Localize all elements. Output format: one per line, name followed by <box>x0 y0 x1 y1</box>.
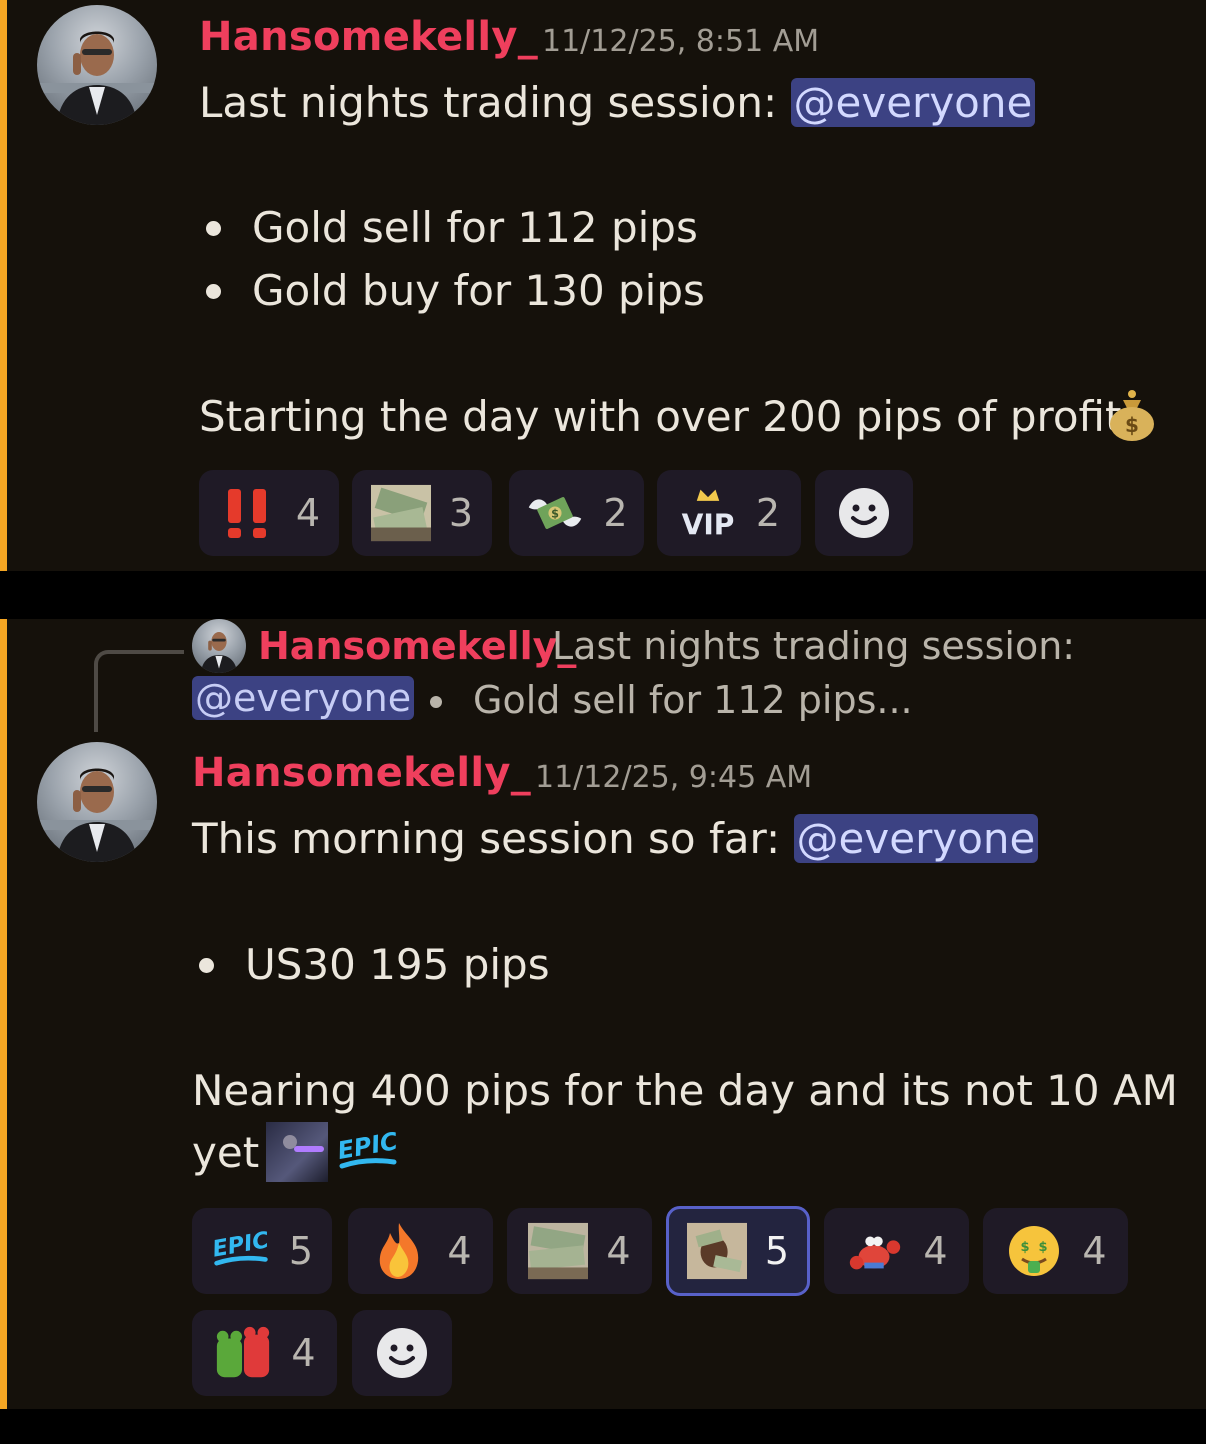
message-text: This morning session so far: @everyone <box>192 814 1039 863</box>
svg-text:$: $ <box>1125 413 1139 437</box>
bullet-item: US30 195 pips <box>245 940 550 989</box>
reaction-count: 5 <box>764 1229 790 1273</box>
person-money-photo-icon <box>686 1222 747 1280</box>
svg-text:VIP: VIP <box>681 509 734 542</box>
epic-text-icon: EPIC <box>211 1222 271 1280</box>
message-lead: This morning session so far: <box>192 814 781 863</box>
bullet-dot <box>199 958 214 973</box>
vip-crown-icon: VIP <box>678 484 738 542</box>
reaction-count: 5 <box>288 1229 314 1273</box>
message-lead: Last nights trading session: <box>199 78 778 127</box>
fire-icon <box>369 1222 429 1280</box>
smiley-icon <box>839 488 889 538</box>
reaction-double-exclamation[interactable]: 4 <box>199 470 339 556</box>
user-avatar[interactable] <box>37 742 157 862</box>
reaction-money-wings[interactable]: $ 2 <box>509 470 644 556</box>
everyone-mention[interactable]: @everyone <box>793 814 1039 863</box>
timestamp[interactable]: 11/12/25, 8:51 AM <box>542 24 819 59</box>
bullet-item: Gold buy for 130 pips <box>252 266 705 315</box>
svg-text:$: $ <box>1021 1240 1030 1255</box>
everyone-mention[interactable]: @everyone <box>790 78 1036 127</box>
reaction-crab[interactable]: 4 <box>824 1208 969 1294</box>
reply-avatar[interactable] <box>192 619 246 673</box>
money-mouth-face-icon: $ $ <box>1004 1222 1064 1280</box>
money-bag-icon: $ <box>1107 388 1157 446</box>
cash-photo-icon <box>370 484 431 542</box>
lightsaber-photo-emoji <box>266 1122 328 1182</box>
reaction-cash-photo[interactable]: 3 <box>352 470 492 556</box>
money-with-wings-icon: $ <box>525 484 585 542</box>
user-avatar[interactable] <box>37 5 157 125</box>
reply-preview-text[interactable]: Last nights trading session: <box>552 624 1075 668</box>
message-closing-line2: yet <box>192 1128 260 1177</box>
reaction-count: 4 <box>606 1229 631 1273</box>
svg-text:$: $ <box>551 508 559 521</box>
reaction-jelly-bears[interactable]: 4 <box>192 1310 337 1396</box>
reaction-vip[interactable]: VIP 2 <box>657 470 801 556</box>
username[interactable]: Hansomekelly_ <box>199 14 538 60</box>
reply-snippet[interactable]: Gold sell for 112 pips... <box>473 678 913 722</box>
message-closing-line1: Nearing 400 pips for the day and its not… <box>192 1066 1178 1115</box>
reaction-count: 3 <box>448 491 474 535</box>
crab-icon <box>845 1222 905 1280</box>
message-1: Hansomekelly_ 11/12/25, 8:51 AM Last nig… <box>0 0 1206 571</box>
username[interactable]: Hansomekelly_ <box>192 750 531 796</box>
reaction-epic[interactable]: EPIC 5 <box>192 1208 332 1294</box>
message-text: Last nights trading session: @everyone <box>199 78 1036 127</box>
reaction-count: 2 <box>603 491 628 535</box>
smiley-icon <box>377 1328 427 1378</box>
add-reaction-button[interactable] <box>815 470 913 556</box>
reaction-count: 4 <box>1082 1229 1107 1273</box>
timestamp[interactable]: 11/12/25, 9:45 AM <box>535 760 812 795</box>
bullet-item: Gold sell for 112 pips <box>252 203 698 252</box>
jelly-bears-icon <box>213 1324 273 1382</box>
reaction-person-money-photo[interactable]: 5 <box>666 1206 810 1296</box>
reaction-cash-photo[interactable]: 4 <box>507 1208 652 1294</box>
add-reaction-button[interactable] <box>352 1310 452 1396</box>
reaction-count: 4 <box>295 491 321 535</box>
reaction-fire[interactable]: 4 <box>348 1208 493 1294</box>
reaction-count: 4 <box>447 1229 472 1273</box>
double-exclamation-icon <box>218 484 278 542</box>
bullet-dot <box>206 284 221 299</box>
reaction-money-mouth[interactable]: $ $ 4 <box>983 1208 1128 1294</box>
svg-text:$: $ <box>1039 1240 1048 1255</box>
reaction-count: 4 <box>291 1331 316 1375</box>
bullet-dot <box>206 221 221 236</box>
epic-text-icon: EPIC <box>335 1127 400 1182</box>
closing-text: Starting the day with over 200 pips of p… <box>199 392 1122 441</box>
reply-username[interactable]: Hansomekelly_ <box>258 624 576 668</box>
reply-mention[interactable]: @everyone <box>192 676 415 720</box>
reaction-count: 2 <box>755 491 781 535</box>
reaction-count: 4 <box>923 1229 948 1273</box>
message-closing: Starting the day with over 200 pips of p… <box>199 392 1121 441</box>
reply-bullet-dot <box>430 696 442 708</box>
cash-photo-icon <box>528 1222 589 1280</box>
reply-connector <box>94 650 184 732</box>
